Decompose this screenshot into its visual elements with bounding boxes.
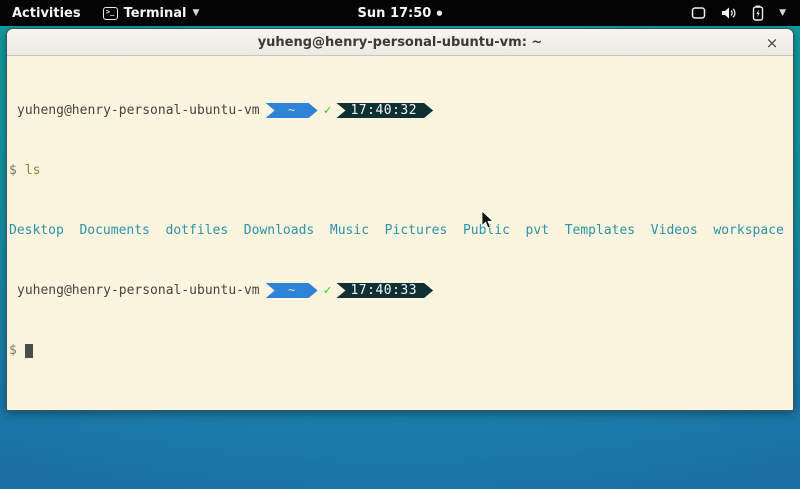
input-line[interactable]: $ <box>9 343 791 358</box>
typed-command: ls <box>25 163 41 178</box>
terminal-icon: >_ <box>103 7 118 20</box>
volume-icon <box>721 6 737 20</box>
prompt-status-check-icon: ✓ <box>324 283 332 298</box>
chevron-down-icon: ▼ <box>779 8 786 18</box>
prompt-symbol: $ <box>9 343 17 358</box>
screen-icon <box>691 6 706 20</box>
command-line: $ ls <box>9 163 791 178</box>
prompt-status-check-icon: ✓ <box>324 103 332 118</box>
prompt-time-segment: 17:40:33 <box>336 283 433 298</box>
prompt-path-segment: ~ <box>266 103 318 118</box>
ls-output-directories: Desktop Documents dotfiles Downloads Mus… <box>9 223 791 238</box>
prompt-line-1: yuheng@henry-personal-ubuntu-vm ~ ✓ 17:4… <box>9 103 791 118</box>
prompt-symbol: $ <box>9 163 17 178</box>
chevron-down-icon: ▼ <box>192 8 199 18</box>
mouse-pointer-icon <box>481 210 494 233</box>
terminal-window: yuheng@henry-personal-ubuntu-vm: ~ × yuh… <box>6 28 794 411</box>
prompt-line-2: yuheng@henry-personal-ubuntu-vm ~ ✓ 17:4… <box>9 283 791 298</box>
prompt-path-segment: ~ <box>266 283 318 298</box>
window-titlebar[interactable]: yuheng@henry-personal-ubuntu-vm: ~ × <box>7 29 793 56</box>
battery-charging-icon <box>752 5 764 21</box>
window-title: yuheng@henry-personal-ubuntu-vm: ~ <box>258 35 543 50</box>
terminal-output[interactable]: yuheng@henry-personal-ubuntu-vm ~ ✓ 17:4… <box>7 56 793 411</box>
prompt-user-host: yuheng@henry-personal-ubuntu-vm <box>9 283 260 298</box>
app-menu-label: Terminal <box>124 6 187 21</box>
top-bar: Activities >_ Terminal ▼ Sun 17:50 ● <box>0 0 800 26</box>
app-menu-terminal[interactable]: >_ Terminal ▼ <box>93 0 210 26</box>
close-icon[interactable]: × <box>761 29 783 56</box>
text-cursor <box>25 344 33 358</box>
prompt-user-host: yuheng@henry-personal-ubuntu-vm <box>9 103 260 118</box>
notification-dot-icon: ● <box>436 9 442 17</box>
activities-button[interactable]: Activities <box>0 0 93 26</box>
prompt-time-segment: 17:40:32 <box>336 103 433 118</box>
clock[interactable]: Sun 17:50 <box>358 6 432 21</box>
system-status-area[interactable]: ▼ <box>677 0 800 26</box>
